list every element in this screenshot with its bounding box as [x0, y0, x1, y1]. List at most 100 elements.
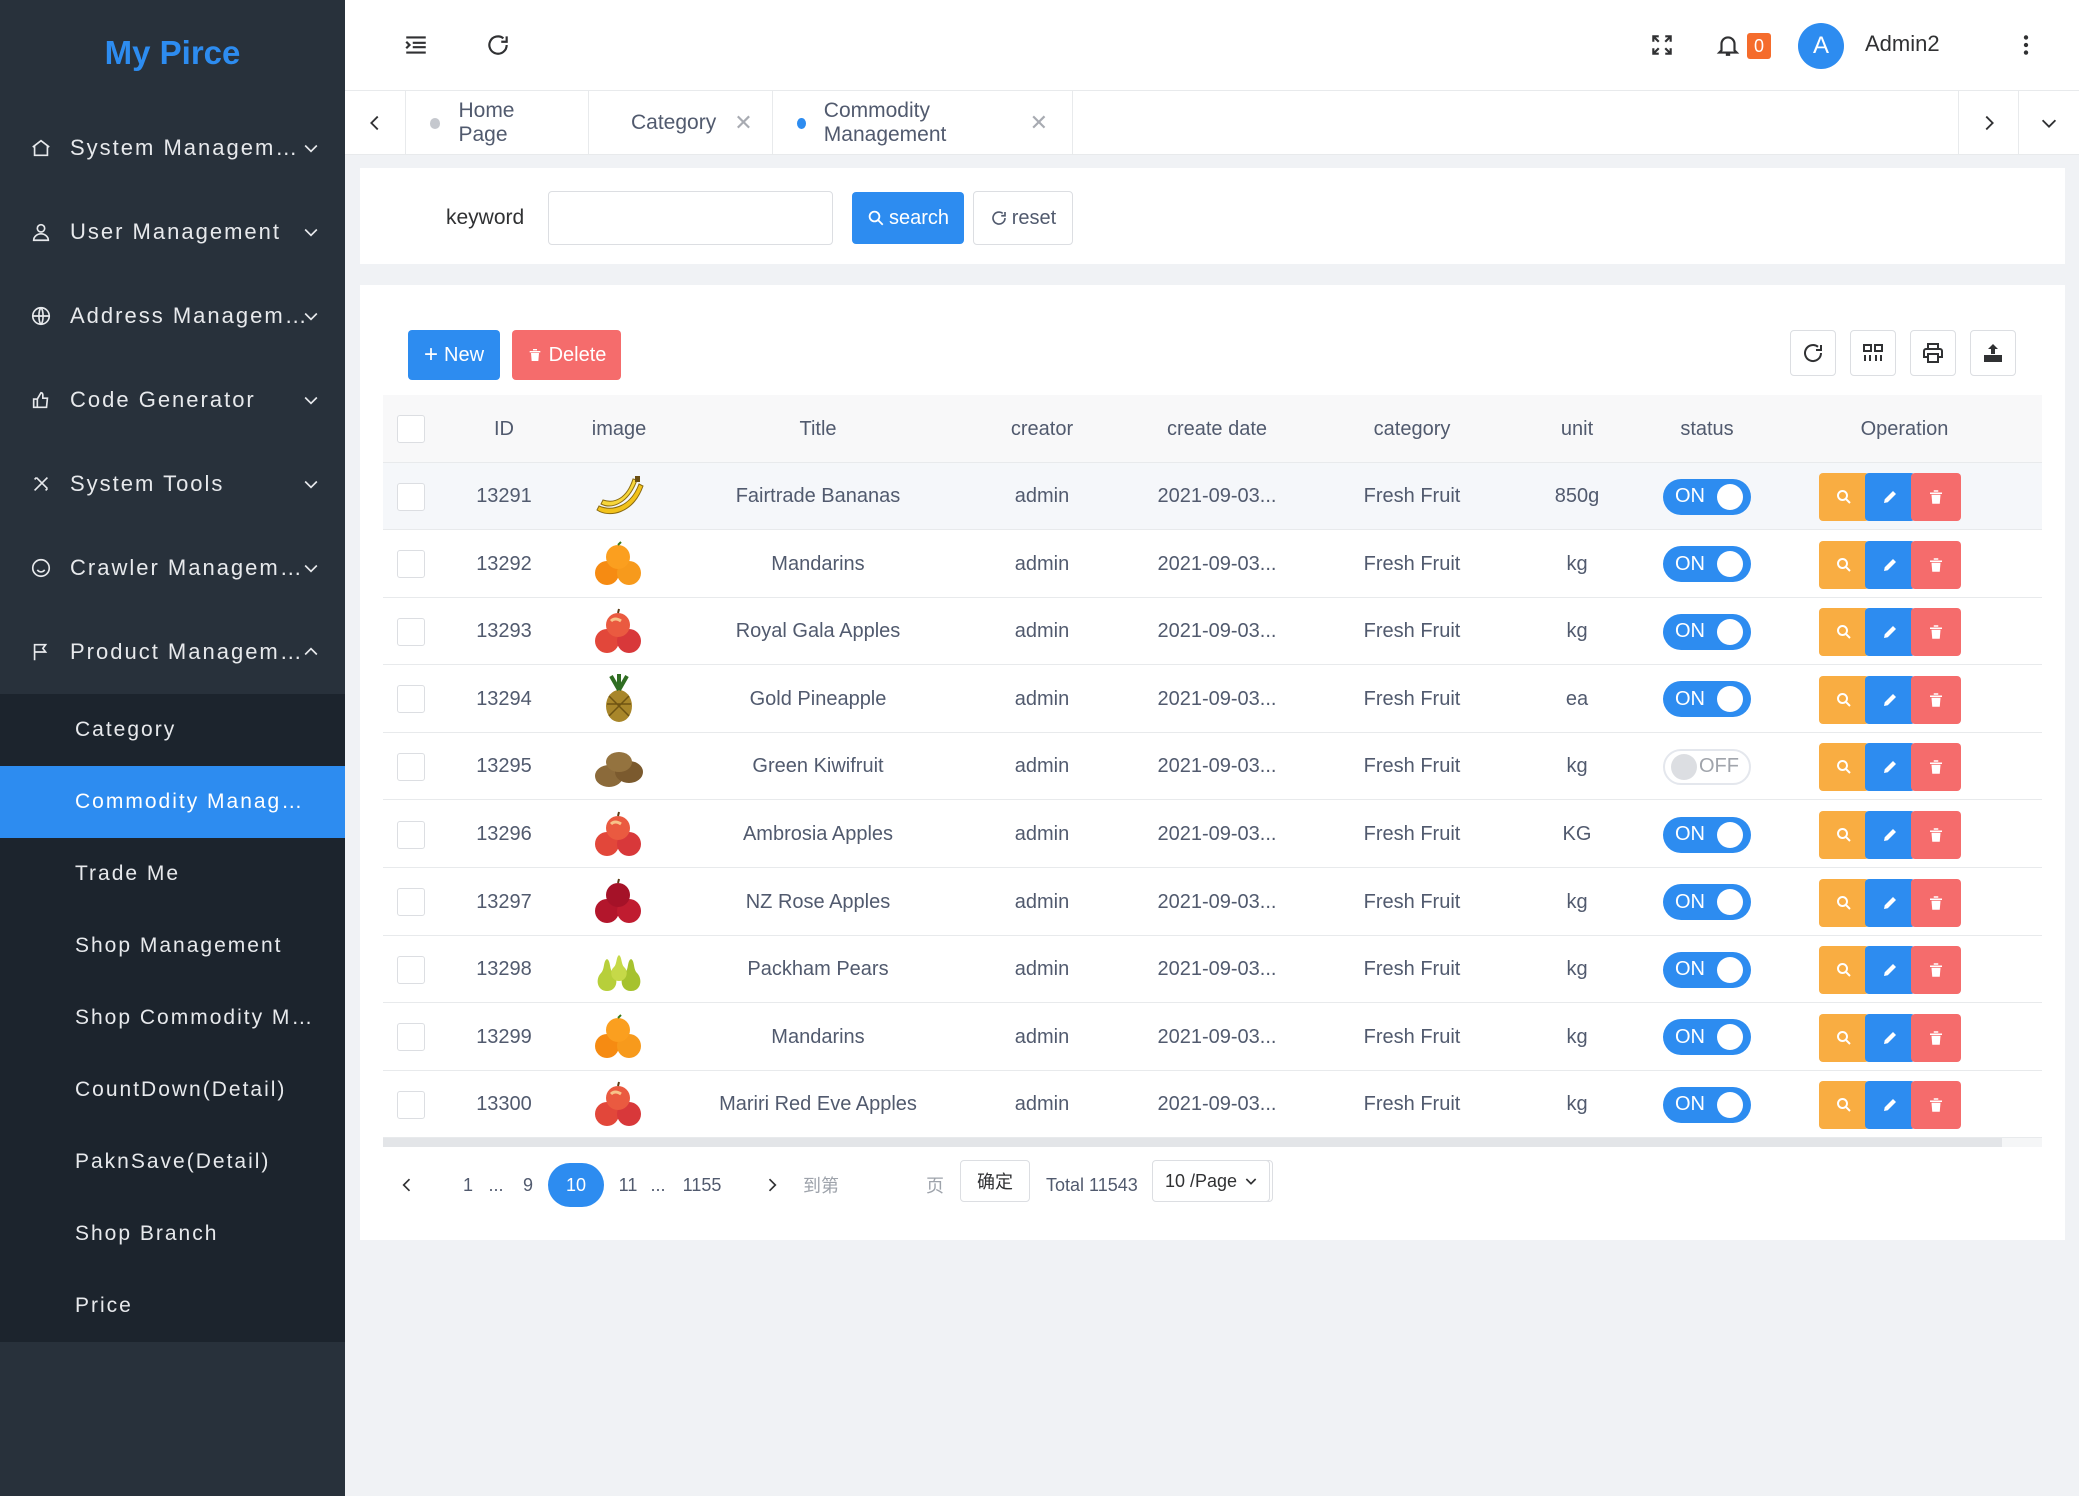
delete-button[interactable]: Delete [512, 330, 621, 380]
tabs-scroll-right-icon[interactable] [1958, 91, 2018, 155]
status-toggle[interactable]: OFF [1663, 748, 1751, 785]
row-checkbox[interactable] [397, 752, 425, 781]
delete-row-button[interactable] [1911, 608, 1961, 657]
app-logo[interactable]: My Pirce [0, 0, 345, 106]
view-button[interactable] [1819, 675, 1869, 724]
product-thumbnail[interactable] [589, 1012, 649, 1062]
view-button[interactable] [1819, 946, 1869, 995]
next-page-button[interactable] [750, 1163, 794, 1207]
select-all-checkbox[interactable] [397, 415, 425, 443]
product-thumbnail[interactable] [589, 877, 649, 927]
status-toggle[interactable]: ON [1663, 546, 1751, 583]
close-icon[interactable]: ✕ [1030, 110, 1048, 136]
status-toggle[interactable]: ON [1663, 884, 1751, 921]
product-thumbnail[interactable] [589, 945, 649, 995]
view-button[interactable] [1819, 473, 1869, 521]
tab-commodity-management[interactable]: Commodity Management ✕ [772, 91, 1073, 155]
column-header-create-date[interactable]: create date [1117, 395, 1317, 463]
edit-button[interactable] [1865, 540, 1915, 589]
edit-button[interactable] [1865, 1081, 1915, 1130]
table-row[interactable]: 13294 Gold Pineapple admin 2021-09-03... Fre… [383, 665, 2042, 733]
page-last[interactable]: 1155 [676, 1163, 728, 1207]
delete-row-button[interactable] [1911, 811, 1961, 859]
row-checkbox[interactable] [397, 1023, 425, 1052]
search-button[interactable]: search [852, 192, 964, 244]
column-header-category[interactable]: category [1317, 395, 1507, 463]
sidebar-item-crawler-management[interactable]: Crawler Management [0, 526, 345, 610]
sidebar-item-address-management[interactable]: Address Management [0, 274, 345, 358]
sidebar-subitem-shop-management[interactable]: Shop Management [0, 910, 345, 982]
table-row[interactable]: 13299 Mandarins admin 2021-09-03... Fresh Fr… [383, 1003, 2042, 1071]
column-header-image[interactable]: image [569, 395, 669, 463]
tab-category[interactable]: Category ✕ [588, 91, 772, 155]
sidebar-subitem-paknsave[interactable]: PaknSave(Detail) [0, 1126, 345, 1198]
view-button[interactable] [1819, 743, 1869, 792]
close-icon[interactable]: ✕ [734, 110, 752, 136]
more-vertical-icon[interactable] [2009, 28, 2043, 62]
product-thumbnail[interactable] [589, 539, 649, 589]
view-button[interactable] [1819, 1013, 1869, 1062]
fullscreen-icon[interactable] [1645, 28, 1679, 62]
status-toggle[interactable]: ON [1663, 478, 1751, 515]
avatar[interactable]: A [1798, 23, 1844, 69]
view-button[interactable] [1819, 608, 1869, 657]
product-thumbnail[interactable] [589, 742, 649, 792]
table-row[interactable]: 13298 Packham Pears admin 2021-09-03... Fres… [383, 936, 2042, 1004]
username[interactable]: Admin2 [1865, 31, 1940, 57]
delete-row-button[interactable] [1911, 878, 1961, 927]
page-10-current[interactable]: 10 [548, 1163, 604, 1207]
edit-button[interactable] [1865, 1013, 1915, 1062]
page-size-select[interactable]: 10 /Page [1152, 1160, 1270, 1202]
edit-button[interactable] [1865, 473, 1915, 521]
product-thumbnail[interactable] [589, 1080, 649, 1130]
edit-button[interactable] [1865, 811, 1915, 859]
sidebar-subitem-commodity-management[interactable]: Commodity Management [0, 766, 345, 838]
edit-button[interactable] [1865, 608, 1915, 657]
view-button[interactable] [1819, 1081, 1869, 1130]
view-button[interactable] [1819, 540, 1869, 589]
row-checkbox[interactable] [397, 482, 425, 511]
row-checkbox[interactable] [397, 550, 425, 579]
sidebar-subitem-price[interactable]: Price [0, 1270, 345, 1342]
row-checkbox[interactable] [397, 685, 425, 714]
edit-button[interactable] [1865, 878, 1915, 927]
sidebar-item-product-management[interactable]: Product Management [0, 610, 345, 694]
table-refresh-button[interactable] [1790, 330, 1836, 376]
row-checkbox[interactable] [397, 888, 425, 917]
edit-button[interactable] [1865, 946, 1915, 995]
product-thumbnail[interactable] [589, 674, 649, 724]
product-thumbnail[interactable] [589, 810, 649, 860]
tab-home-page[interactable]: Home Page [405, 91, 588, 155]
print-button[interactable] [1910, 330, 1956, 376]
keyword-input[interactable] [548, 191, 833, 245]
refresh-icon[interactable] [481, 28, 515, 62]
product-thumbnail[interactable] [589, 472, 649, 522]
table-row[interactable]: 13292 Mandarins admin 2021-09-03... Fresh Fr… [383, 530, 2042, 598]
table-row[interactable]: 13293 Royal Gala Apples admin 2021-09-03...… [383, 598, 2042, 666]
reset-button[interactable]: reset [973, 191, 1073, 245]
sidebar-subitem-countdown[interactable]: CountDown(Detail) [0, 1054, 345, 1126]
sidebar-subitem-shop-commodity[interactable]: Shop Commodity Management [0, 982, 345, 1054]
delete-row-button[interactable] [1911, 473, 1961, 521]
column-header-unit[interactable]: unit [1507, 395, 1647, 463]
status-toggle[interactable]: ON [1663, 1019, 1751, 1056]
sidebar-item-code-generator[interactable]: Code Generator [0, 358, 345, 442]
edit-button[interactable] [1865, 743, 1915, 792]
column-header-id[interactable]: ID [439, 395, 569, 463]
column-header-creator[interactable]: creator [967, 395, 1117, 463]
tabs-scroll-left-icon[interactable] [345, 91, 405, 155]
sidebar-item-system-management[interactable]: System Management [0, 106, 345, 190]
status-toggle[interactable]: ON [1663, 951, 1751, 988]
sidebar-subitem-trade-me[interactable]: Trade Me [0, 838, 345, 910]
table-row[interactable]: 13291 Fairtrade Bananas admin 2021-09-03...… [383, 463, 2042, 530]
bell-icon[interactable] [1711, 28, 1745, 62]
new-button[interactable]: + New [408, 330, 500, 380]
delete-row-button[interactable] [1911, 1013, 1961, 1062]
delete-row-button[interactable] [1911, 946, 1961, 995]
view-button[interactable] [1819, 811, 1869, 859]
status-toggle[interactable]: ON [1663, 816, 1751, 853]
edit-button[interactable] [1865, 675, 1915, 724]
delete-row-button[interactable] [1911, 743, 1961, 792]
column-header-status[interactable]: status [1647, 395, 1767, 463]
page-ellipsis-next[interactable]: ... [642, 1163, 674, 1207]
